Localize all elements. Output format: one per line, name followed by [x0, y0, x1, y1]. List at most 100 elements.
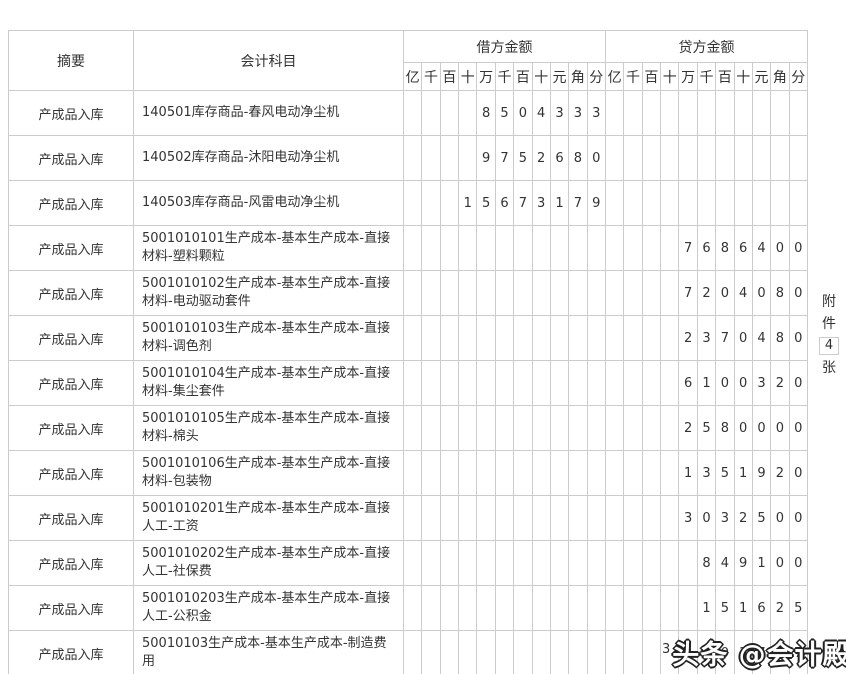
debit-digit-cell: [440, 91, 458, 136]
debit-digit-cell: [550, 316, 568, 361]
debit-digit-cell: [440, 586, 458, 631]
attachment-note: 附 件 4 张: [814, 293, 844, 377]
attachment-count: 4: [819, 337, 839, 355]
debit-digit-cell: [422, 226, 440, 271]
credit-digit-cell: [642, 91, 660, 136]
debit-digit-cell: [422, 361, 440, 406]
digit-label: 角: [771, 63, 789, 91]
credit-digit-cell: [624, 136, 642, 181]
debit-digit-cell: [459, 271, 477, 316]
credit-digit-cell: 1: [697, 586, 715, 631]
credit-digit-cell: [624, 631, 642, 674]
credit-digit-cell: [606, 586, 624, 631]
debit-digit-cell: [459, 226, 477, 271]
debit-digit-cell: [587, 631, 605, 674]
account-cell: 140501库存商品-春风电动净尘机: [134, 91, 404, 136]
entry-row: 产成品入库5001010203生产成本-基本生产成本-直接人工-公积金15162…: [9, 586, 808, 631]
debit-digit-cell: [587, 361, 605, 406]
debit-digit-cell: [587, 226, 605, 271]
digit-label: 十: [734, 63, 752, 91]
debit-digit-cell: 1: [550, 181, 568, 226]
account-cell: 5001010201生产成本-基本生产成本-直接人工-工资: [134, 496, 404, 541]
account-cell: 5001010202生产成本-基本生产成本-直接人工-社保费: [134, 541, 404, 586]
credit-digit-cell: [661, 271, 679, 316]
credit-digit-cell: 6: [679, 361, 697, 406]
debit-digit-cell: [495, 406, 513, 451]
debit-digit-cell: [550, 496, 568, 541]
credit-digit-cell: 9: [752, 451, 770, 496]
credit-digit-cell: 3: [697, 316, 715, 361]
debit-digit-cell: 3: [532, 181, 550, 226]
credit-digit-cell: 0: [789, 226, 807, 271]
summary-cell: 产成品入库: [9, 586, 134, 631]
account-cell: 140502库存商品-沐阳电动净尘机: [134, 136, 404, 181]
credit-digit-cell: [624, 586, 642, 631]
debit-digit-cell: [495, 586, 513, 631]
debit-digit-cell: [404, 181, 422, 226]
entry-row: 产成品入库5001010105生产成本-基本生产成本-直接材料-棉头258000…: [9, 406, 808, 451]
watermark-text: 头条 @会计殿堂: [672, 633, 846, 672]
credit-digit-cell: [624, 406, 642, 451]
debit-digit-cell: [495, 316, 513, 361]
summary-cell: 产成品入库: [9, 406, 134, 451]
debit-digit-cell: 3: [550, 91, 568, 136]
credit-digit-cell: 0: [752, 406, 770, 451]
credit-digit-cell: [734, 91, 752, 136]
credit-digit-cell: 0: [789, 541, 807, 586]
debit-digit-cell: [495, 271, 513, 316]
digit-label: 十: [532, 63, 550, 91]
debit-digit-cell: [569, 271, 587, 316]
credit-digit-cell: 2: [697, 271, 715, 316]
debit-digit-cell: [569, 586, 587, 631]
credit-digit-cell: 0: [789, 271, 807, 316]
debit-digit-cell: 1: [459, 181, 477, 226]
debit-digit-cell: [569, 316, 587, 361]
debit-digit-cell: [495, 631, 513, 674]
credit-digit-cell: [642, 316, 660, 361]
credit-digit-cell: [606, 361, 624, 406]
debit-digit-cell: [532, 451, 550, 496]
credit-digit-cell: [661, 451, 679, 496]
credit-digit-cell: [752, 91, 770, 136]
credit-digit-cell: [661, 181, 679, 226]
debit-digit-cell: [440, 496, 458, 541]
debit-digit-cell: 9: [477, 136, 495, 181]
debit-digit-cell: [422, 181, 440, 226]
credit-digit-cell: [624, 496, 642, 541]
digit-label: 亿: [404, 63, 422, 91]
credit-digit-cell: 1: [734, 586, 752, 631]
credit-digit-cell: [642, 226, 660, 271]
debit-digit-cell: [477, 541, 495, 586]
summary-cell: 产成品入库: [9, 541, 134, 586]
credit-header: 贷方金额: [606, 31, 808, 63]
debit-digit-cell: [532, 361, 550, 406]
account-cell: 5001010101生产成本-基本生产成本-直接材料-塑料颗粒: [134, 226, 404, 271]
credit-digit-cell: 8: [697, 541, 715, 586]
credit-digit-cell: [789, 91, 807, 136]
credit-digit-cell: [661, 91, 679, 136]
debit-digit-cell: [569, 496, 587, 541]
credit-digit-cell: 1: [679, 451, 697, 496]
digit-label: 元: [752, 63, 770, 91]
debit-digit-cell: [404, 496, 422, 541]
debit-digit-cell: [477, 496, 495, 541]
credit-digit-cell: 6: [752, 586, 770, 631]
debit-digit-cell: [587, 586, 605, 631]
debit-digit-cell: [404, 316, 422, 361]
debit-digit-cell: [477, 316, 495, 361]
credit-total-visible-digit: 3: [662, 642, 670, 657]
credit-digit-cell: 3: [716, 496, 734, 541]
credit-digit-cell: 0: [771, 496, 789, 541]
debit-digit-cell: [459, 586, 477, 631]
debit-digit-cell: [587, 541, 605, 586]
summary-cell: 产成品入库: [9, 271, 134, 316]
entry-row: 产成品入库5001010104生产成本-基本生产成本-直接材料-集尘套件6100…: [9, 361, 808, 406]
debit-digit-cell: [440, 361, 458, 406]
credit-digit-cell: 0: [789, 316, 807, 361]
summary-cell: 产成品入库: [9, 316, 134, 361]
debit-digit-cell: [477, 271, 495, 316]
debit-digit-cell: [587, 496, 605, 541]
debit-digit-cell: [404, 451, 422, 496]
digit-label: 亿: [606, 63, 624, 91]
credit-digit-cell: 2: [734, 496, 752, 541]
